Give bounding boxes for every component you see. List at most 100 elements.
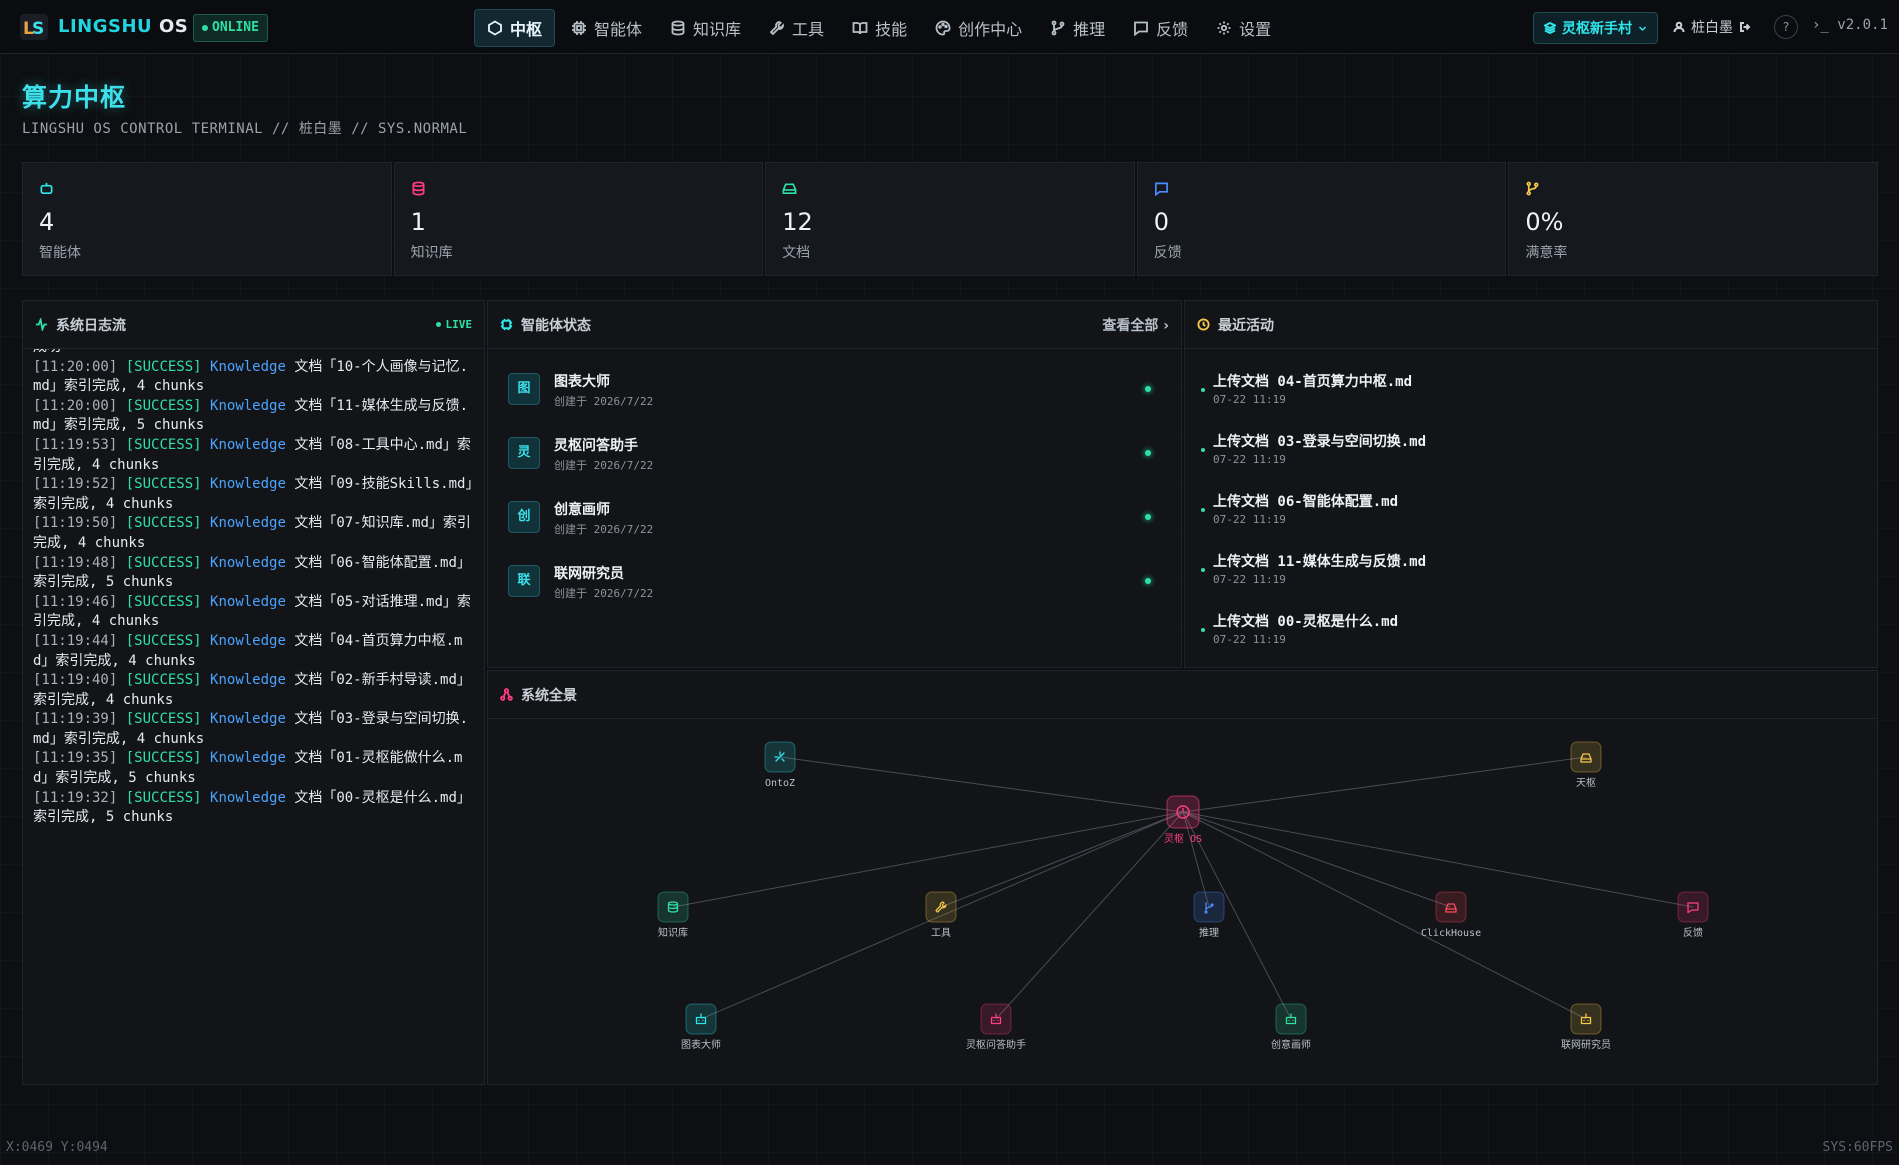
topology-node[interactable]: 反馈 (1677, 891, 1709, 939)
topology-center-node[interactable]: 灵枢 OS (1164, 795, 1202, 845)
topology-node[interactable]: OntoZ (764, 741, 796, 789)
stat-card-knowledge[interactable]: 1 知识库 (393, 162, 764, 276)
log-mod: Knowledge (210, 554, 286, 571)
log-mod: Knowledge (210, 711, 286, 728)
view-all-link[interactable]: 查看全部 › (1102, 315, 1169, 335)
activity-text: 上传文档 06-智能体配置.md (1213, 494, 1399, 510)
cpu-icon (500, 318, 513, 331)
nav-item-skills[interactable]: 技能 (840, 9, 919, 47)
top-bar: L S LINGSHU OS ONLINE 中枢 智能体 知识库 工具 技能 创 (0, 0, 1899, 54)
nav-item-reasoning[interactable]: 推理 (1038, 9, 1117, 47)
panel-header: 智能体状态 查看全部 › (488, 301, 1181, 349)
panel-header: 最近活动 (1185, 301, 1877, 349)
log-lvl: [SUCCESS] (125, 711, 202, 728)
panel-header: 系统全景 (488, 671, 1877, 719)
stat-card-agents[interactable]: 4 智能体 (22, 162, 392, 276)
help-button[interactable]: ? (1774, 15, 1798, 39)
log-mod: Knowledge (210, 632, 286, 649)
node-box (925, 891, 957, 923)
log-ts: [11:19:44] (33, 632, 118, 649)
logout-icon[interactable] (1739, 21, 1751, 33)
nav-item-hub[interactable]: 中枢 (474, 9, 556, 47)
topology-edge (1182, 811, 1694, 908)
status-dot-icon (202, 24, 208, 31)
nav-item-creation[interactable]: 创作中心 (923, 9, 1034, 47)
agent-avatar: 创 (508, 501, 540, 533)
main-nav: 中枢 智能体 知识库 工具 技能 创作中心 推理 反馈 设置 (474, 9, 1283, 47)
node-label: 灵枢 OS (1164, 832, 1202, 845)
topology-node[interactable]: 知识库 (657, 891, 689, 939)
log-lvl: [SUCCESS] (125, 593, 202, 610)
log-mod: Knowledge (210, 397, 286, 414)
log-line: [11:20:00] [SUCCESS] Knowledge 文档「10-个人画… (33, 358, 474, 397)
node-box (1275, 1003, 1307, 1035)
stat-card-satisfaction[interactable]: 0% 满意率 (1508, 162, 1878, 276)
stat-card-documents[interactable]: 12 文档 (765, 162, 1135, 276)
agent-created: 创建于 2026/7/22 (554, 395, 654, 408)
activity-time: 07-22 11:19 (1213, 393, 1286, 406)
node-box (1677, 891, 1709, 923)
nav-item-settings[interactable]: 设置 (1204, 9, 1283, 47)
lingshu-logo-icon[interactable]: L S (20, 14, 48, 40)
topology-edge (1182, 811, 1452, 908)
svg-text:S: S (32, 19, 44, 39)
topology-edge (1182, 756, 1587, 813)
system-log-panel: 系统日志流 LIVE 成功 [11:20:00] [SUCCESS] Knowl… (22, 300, 485, 1085)
topology-node[interactable]: 天枢 (1570, 741, 1602, 789)
space-selector[interactable]: 灵枢新手村 (1533, 12, 1658, 44)
node-label: 推理 (1199, 926, 1219, 939)
branch-icon (1051, 20, 1065, 36)
log-mod: Knowledge (210, 515, 286, 532)
log-mod: Knowledge (210, 593, 286, 610)
agent-item[interactable]: 图图表大师 创建于 2026/7/22 (508, 369, 1163, 409)
live-indicator: LIVE (435, 318, 472, 331)
recent-activity-panel: 最近活动 上传文档 04-首页算力中枢.md 07-22 11:19 上传文档 03… (1184, 300, 1878, 668)
topology-node[interactable]: 创意画师 (1271, 1003, 1311, 1051)
agent-item[interactable]: 联联网研究员 创建于 2026/7/22 (508, 561, 1163, 601)
version-label: ›_ v2.0.1 (1812, 17, 1888, 33)
agent-item[interactable]: 创创意画师 创建于 2026/7/22 (508, 497, 1163, 537)
stat-value: 12 (782, 208, 813, 236)
topology-edge (779, 756, 1184, 813)
topology-node[interactable]: 图表大师 (681, 1003, 721, 1051)
nav-item-agents[interactable]: 智能体 (559, 9, 654, 47)
node-label: 图表大师 (681, 1038, 721, 1051)
node-box (1435, 891, 1467, 923)
nav-item-knowledge[interactable]: 知识库 (658, 9, 753, 47)
log-ts: [11:19:40] (33, 672, 118, 689)
activity-dot-icon (1201, 508, 1205, 512)
log-ts: [11:19:48] (33, 554, 118, 571)
log-stream[interactable]: 成功 [11:20:00] [SUCCESS] Knowledge 文档「10-… (23, 349, 484, 1086)
gear-icon (1217, 21, 1231, 35)
nav-item-feedback[interactable]: 反馈 (1121, 9, 1200, 47)
nav-item-tools[interactable]: 工具 (757, 9, 836, 47)
activity-text: 上传文档 11-媒体生成与反馈.md (1213, 554, 1427, 570)
log-line: [11:19:53] [SUCCESS] Knowledge 文档「08-工具中… (33, 436, 474, 475)
user-icon (1673, 21, 1685, 33)
topology-node[interactable]: 联网研究员 (1561, 1003, 1611, 1051)
stat-card-feedback[interactable]: 0 反馈 (1136, 162, 1507, 276)
topology-node[interactable]: 推理 (1193, 891, 1225, 939)
agent-item[interactable]: 灵灵枢问答助手 创建于 2026/7/22 (508, 433, 1163, 473)
activity-dot-icon (1201, 628, 1205, 632)
log-line: [11:19:39] [SUCCESS] Knowledge 文档「03-登录与… (33, 710, 474, 749)
user-menu[interactable]: 桩白墨 (1673, 17, 1751, 37)
log-ts: [11:19:35] (33, 750, 118, 767)
stat-label: 满意率 (1525, 245, 1568, 261)
system-topology-map[interactable]: OntoZ 天枢知识库 工具 推理 ClickHouse 反馈图表大师 灵枢问答助手 创意画师… (488, 719, 1879, 1085)
topology-node[interactable]: 灵枢问答助手 (966, 1003, 1026, 1051)
node-box (1570, 1003, 1602, 1035)
topology-node[interactable]: 工具 (925, 891, 957, 939)
log-lvl: [SUCCESS] (125, 436, 202, 453)
chevron-down-icon (1638, 25, 1647, 31)
agent-avatar: 图 (508, 373, 540, 405)
log-line: [11:19:48] [SUCCESS] Knowledge 文档「06-智能体… (33, 554, 474, 593)
agent-online-dot-icon (1145, 450, 1151, 456)
node-label: 天枢 (1576, 776, 1596, 789)
online-status-badge: ONLINE (193, 14, 268, 42)
activity-dot-icon (1201, 388, 1205, 392)
log-line: [11:19:40] [SUCCESS] Knowledge 文档「02-新手村… (33, 671, 474, 710)
activity-time: 07-22 11:19 (1213, 453, 1286, 466)
log-lvl: [SUCCESS] (125, 358, 202, 375)
log-lvl: [SUCCESS] (125, 632, 202, 649)
